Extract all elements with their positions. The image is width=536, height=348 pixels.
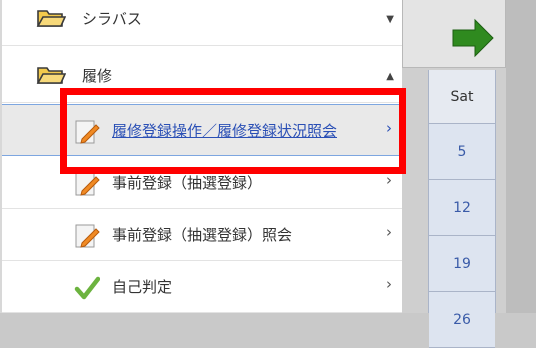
- submenu-item-label: 自己判定: [112, 278, 173, 296]
- submenu-item-course-registration[interactable]: 履修登録操作／履修登録状況照会 ›: [2, 104, 402, 156]
- calendar-day-header: Sat: [429, 70, 495, 124]
- folder-open-icon: [36, 67, 66, 84]
- chevron-right-icon: ›: [386, 223, 392, 241]
- caret-up-icon: ▲: [386, 71, 394, 82]
- chevron-right-icon: ›: [386, 275, 392, 293]
- submenu-item-label: 履修登録操作／履修登録状況照会: [112, 122, 338, 140]
- calendar-date-cell[interactable]: 12: [429, 180, 495, 236]
- calendar-date-cell[interactable]: 5: [429, 124, 495, 180]
- menu-item-label: シラバス: [82, 10, 142, 28]
- submenu-item-pre-registration-inquiry[interactable]: 事前登録（抽選登録）照会 ›: [2, 209, 402, 261]
- submenu-item-self-assessment[interactable]: 自己判定 ›: [2, 261, 402, 313]
- menu-item-syllabus[interactable]: シラバス ▼: [2, 0, 402, 46]
- next-arrow-button[interactable]: [402, 0, 506, 68]
- calendar-date-cell[interactable]: 19: [429, 236, 495, 292]
- menu-item-courses[interactable]: 履修 ▲: [2, 53, 402, 103]
- chevron-right-icon: ›: [386, 171, 392, 189]
- side-menu: シラバス ▼ 履修 ▲ 履修登録操作／履修登録状況照会 › 事前登録（抽選登録）…: [0, 0, 402, 313]
- arrow-right-icon: [452, 18, 494, 58]
- edit-document-icon: [75, 120, 100, 144]
- caret-down-icon: ▼: [386, 14, 394, 25]
- edit-document-icon: [75, 224, 100, 248]
- calendar-date-cell[interactable]: 26: [429, 292, 495, 348]
- submenu-item-label: 事前登録（抽選登録）照会: [112, 226, 293, 244]
- scroll-strip: [506, 0, 536, 313]
- menu-item-label: 履修: [82, 67, 113, 85]
- submenu-item-pre-registration[interactable]: 事前登録（抽選登録） ›: [2, 157, 402, 209]
- checkmark-icon: [74, 276, 100, 300]
- folder-open-icon: [36, 10, 66, 27]
- chevron-right-icon: ›: [386, 119, 392, 137]
- edit-document-icon: [75, 172, 100, 196]
- submenu-item-label: 事前登録（抽選登録）: [112, 174, 263, 192]
- calendar-saturday-column: Sat 5 12 19 26: [428, 70, 496, 348]
